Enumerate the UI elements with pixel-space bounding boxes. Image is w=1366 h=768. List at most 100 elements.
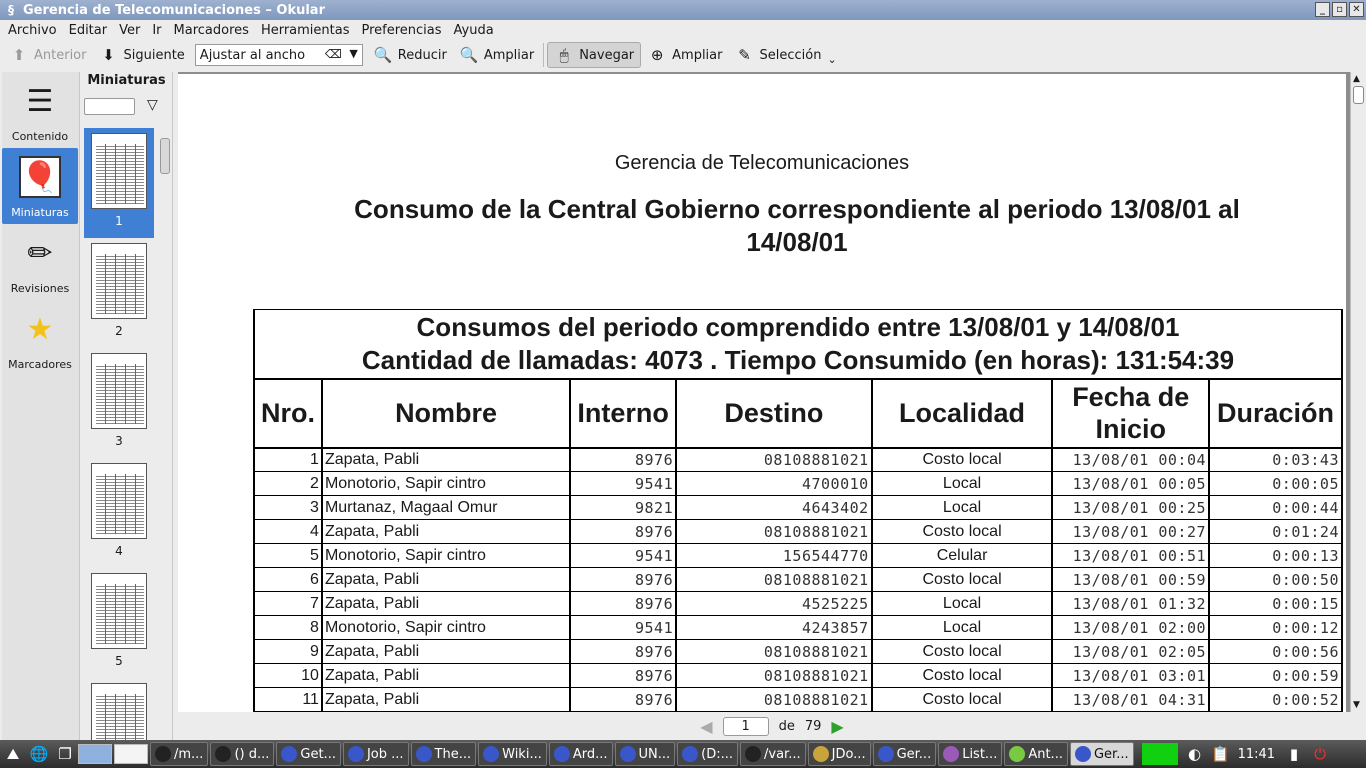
sidebar-item-contents[interactable]: ☰ Contenido bbox=[2, 72, 78, 148]
organization-title: Gerencia de Telecomunicaciones bbox=[614, 152, 910, 174]
thumbnail-filter-input[interactable] bbox=[84, 98, 135, 115]
clipboard-icon[interactable]: 📋 bbox=[1210, 743, 1232, 765]
app-menu-icon[interactable]: ⛰ bbox=[2, 743, 24, 765]
thumbnail-scroll-handle[interactable] bbox=[160, 138, 170, 174]
summary-period: Consumos del periodo comprendido entre 1… bbox=[416, 311, 1180, 342]
okular-app-icon[interactable]: § bbox=[4, 3, 18, 17]
clear-icon[interactable]: ⌫ bbox=[325, 47, 342, 61]
taskbar-task[interactable]: List... bbox=[938, 742, 1003, 766]
thumbnails-heading: Miniaturas bbox=[87, 73, 166, 88]
task-label: Ger... bbox=[1093, 746, 1129, 762]
taskbar-task[interactable]: Ger... bbox=[872, 742, 937, 766]
menu-marcadores[interactable]: Marcadores bbox=[170, 23, 253, 38]
table-row: 3 Murtanaz, Magaal Omur 9821 4643402 Local 13… bbox=[253, 495, 1343, 520]
thumbnail-page-number: 1 bbox=[115, 214, 123, 228]
menu-ayuda[interactable]: Ayuda bbox=[450, 23, 498, 38]
globe-icon[interactable]: 🌐 bbox=[28, 743, 50, 765]
virtual-desktop-1[interactable] bbox=[78, 744, 112, 764]
taskbar-task[interactable]: The... bbox=[410, 742, 477, 766]
page-number-input[interactable]: 1 bbox=[722, 716, 769, 736]
taskbar-task[interactable]: Get... bbox=[276, 742, 341, 766]
table-cell: 156544770 bbox=[675, 543, 873, 568]
thumbnail-image bbox=[91, 243, 147, 319]
taskbar-task[interactable]: JDo... bbox=[807, 742, 871, 766]
menu-ver[interactable]: Ver bbox=[115, 23, 144, 38]
filter-icon[interactable]: ▽ bbox=[147, 97, 158, 113]
scroll-down-icon[interactable]: ▼ bbox=[1353, 700, 1360, 710]
scroll-up-icon[interactable]: ▲ bbox=[1353, 74, 1360, 84]
task-app-icon bbox=[682, 746, 699, 762]
power-icon[interactable]: ⏻ bbox=[1309, 743, 1331, 765]
menu-ir[interactable]: Ir bbox=[148, 23, 165, 38]
taskbar-task[interactable]: Ard... bbox=[548, 742, 613, 766]
clock[interactable]: 11:41 bbox=[1238, 747, 1275, 762]
thumbnail-page[interactable]: 5 bbox=[84, 568, 154, 678]
taskbar-task[interactable]: /var... bbox=[740, 742, 806, 766]
menu-preferencias[interactable]: Preferencias bbox=[358, 23, 446, 38]
network-icon[interactable]: ◐ bbox=[1184, 743, 1206, 765]
thumbnail-image bbox=[91, 463, 147, 539]
toolbar-overflow-icon[interactable]: ⌄ bbox=[827, 53, 836, 66]
document-scroll-handle[interactable] bbox=[1353, 86, 1364, 104]
virtual-desktop-2[interactable] bbox=[114, 744, 148, 764]
menu-herramientas[interactable]: Herramientas bbox=[257, 23, 354, 38]
sidebar-item-bookmarks[interactable]: ★ Marcadores bbox=[2, 300, 78, 376]
zoom-out-label: Reducir bbox=[397, 47, 447, 63]
table-cell: 4 bbox=[253, 519, 323, 544]
thumbnail-page[interactable]: 1 bbox=[84, 128, 154, 238]
windows-icon[interactable]: ❐ bbox=[54, 743, 76, 765]
close-button[interactable]: ✕ bbox=[1349, 2, 1364, 17]
table-cell: 4243857 bbox=[675, 615, 873, 640]
thumbnail-page[interactable] bbox=[84, 678, 154, 740]
thumbnail-page[interactable]: 3 bbox=[84, 348, 154, 458]
column-header: Destino bbox=[675, 377, 873, 449]
sidebar-item-thumbnails[interactable]: 🎈 Miniaturas bbox=[2, 148, 78, 224]
table-cell: Costo local bbox=[870, 639, 1054, 664]
browse-tool-button[interactable]: 🖱 Navegar bbox=[547, 42, 642, 68]
thumbnail-page[interactable]: 4 bbox=[84, 458, 154, 568]
taskbar-task[interactable]: Ger... bbox=[1069, 742, 1134, 766]
taskbar-task[interactable]: /m... bbox=[150, 742, 209, 766]
document-scrollbar[interactable]: ▲ ▼ bbox=[1350, 72, 1366, 712]
document-view[interactable]: Gerencia de Telecomunicaciones Consumo d… bbox=[178, 72, 1366, 714]
magnify-tool-button[interactable]: ⊕ Ampliar bbox=[641, 42, 728, 68]
selection-tool-button[interactable]: ✎ Selección bbox=[728, 42, 827, 68]
thumbnail-page-number: 4 bbox=[115, 544, 123, 558]
minimize-button[interactable]: _ bbox=[1315, 2, 1330, 17]
table-row: 11 Zapata, Pabli 8976 08108881021 Costo loca… bbox=[253, 687, 1343, 712]
menu-editar[interactable]: Editar bbox=[65, 23, 112, 38]
table-row: 5 Monotorio, Sapir cintro 9541 156544770 Cel… bbox=[253, 543, 1343, 568]
menubar: Archivo Editar Ver Ir Marcadores Herrami… bbox=[0, 20, 1366, 40]
thumbnail-scrollbar[interactable] bbox=[160, 128, 170, 736]
table-header-row: Nro. Nombre Interno Destino Localidad Fe… bbox=[253, 377, 1343, 449]
cpu-monitor-graph[interactable] bbox=[1141, 743, 1178, 765]
battery-icon[interactable]: ▮ bbox=[1283, 743, 1305, 765]
task-list: /m... () d... Get... Job ... The... Wiki... Ar… bbox=[150, 742, 1136, 766]
chevron-down-icon[interactable]: ▼ bbox=[349, 47, 357, 60]
taskbar-task[interactable]: Ant... bbox=[1004, 742, 1068, 766]
zoom-out-button[interactable]: 🔍 Reducir bbox=[367, 42, 453, 68]
table-cell: 9821 bbox=[569, 495, 678, 520]
zoom-combobox[interactable]: Ajustar al ancho ⌫ ▼ bbox=[194, 44, 363, 66]
menu-archivo[interactable]: Archivo bbox=[4, 23, 61, 38]
previous-page-button[interactable]: ⬆ Anterior bbox=[3, 42, 92, 68]
taskbar-task[interactable]: () d... bbox=[210, 742, 275, 766]
taskbar-task[interactable]: (D:... bbox=[677, 742, 739, 766]
table-cell: 8976 bbox=[569, 519, 678, 544]
window-titlebar[interactable]: § Gerencia de Telecomunicaciones – Okula… bbox=[0, 0, 1366, 20]
table-row: 6 Zapata, Pabli 8976 08108881021 Costo local… bbox=[253, 567, 1343, 592]
taskbar-task[interactable]: Wiki... bbox=[478, 742, 547, 766]
table-cell: 0:01:24 bbox=[1208, 519, 1343, 544]
sidebar-item-reviews[interactable]: ✏ Revisiones bbox=[2, 224, 78, 300]
taskbar-task[interactable]: Job ... bbox=[342, 742, 409, 766]
next-page-arrow-icon[interactable]: ▶ bbox=[831, 717, 843, 736]
maximize-button[interactable]: ▫ bbox=[1332, 2, 1347, 17]
next-page-button[interactable]: ⬇ Siguiente bbox=[92, 42, 190, 68]
taskbar-task[interactable]: UN... bbox=[614, 742, 676, 766]
table-cell: 9541 bbox=[569, 615, 678, 640]
zoom-in-button[interactable]: 🔍 Ampliar bbox=[453, 42, 540, 68]
thumbnail-page[interactable]: 2 bbox=[84, 238, 154, 348]
table-cell: 13/08/01 00:59 bbox=[1051, 567, 1211, 592]
previous-page-arrow-icon[interactable]: ◀ bbox=[700, 717, 712, 736]
table-cell: 13/08/01 04:31 bbox=[1051, 687, 1211, 712]
